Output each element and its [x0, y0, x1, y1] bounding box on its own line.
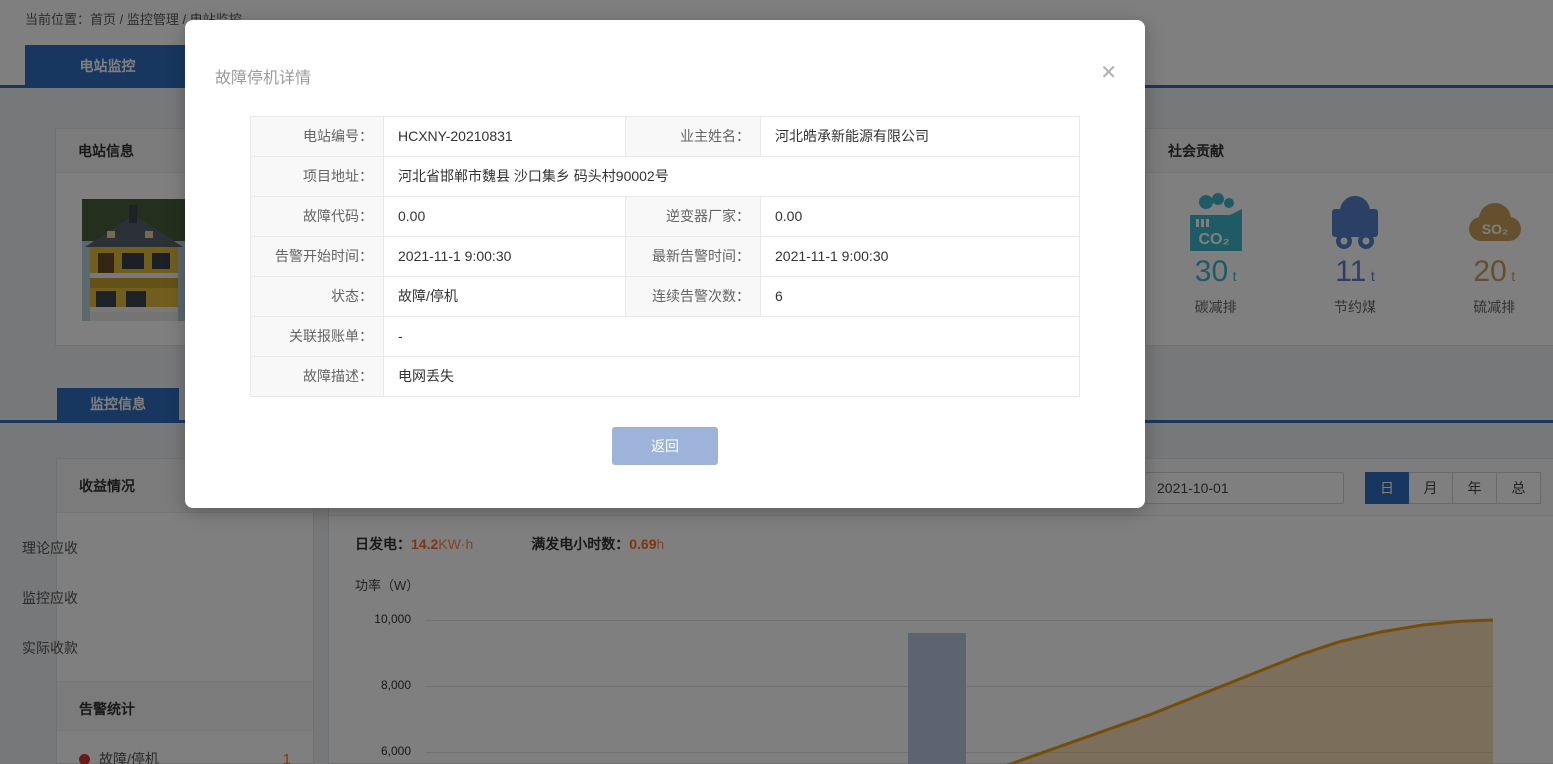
field-label-fault-code: 故障代码： — [251, 197, 384, 237]
field-label-fault-desc: 故障描述： — [251, 357, 384, 397]
back-button[interactable]: 返回 — [612, 427, 718, 465]
field-value-fault-code: 0.00 — [384, 197, 626, 237]
app-root: 当前位置：首页 / 监控管理 / 电站监控 电站监控 电站信息 — [0, 0, 1553, 764]
field-label-station-id: 电站编号： — [251, 117, 384, 157]
field-value-alarm-count: 6 — [761, 277, 1080, 317]
close-icon[interactable]: ✕ — [1100, 60, 1117, 85]
field-value-project-address: 河北省邯郸市魏县 沙口集乡 码头村90002号 — [384, 157, 1080, 197]
field-label-owner-name: 业主姓名： — [626, 117, 761, 157]
field-value-alarm-latest: 2021-11-1 9:00:30 — [761, 237, 1080, 277]
field-label-related-bill: 关联报账单： — [251, 317, 384, 357]
fault-detail-modal: 故障停机详情 ✕ 电站编号： HCXNY-20210831 业主姓名： 河北皓承… — [185, 20, 1145, 508]
field-label-inverter-maker: 逆变器厂家： — [626, 197, 761, 237]
field-label-project-address: 项目地址： — [251, 157, 384, 197]
modal-title: 故障停机详情 — [215, 64, 311, 88]
field-value-related-bill: - — [384, 317, 1080, 357]
field-value-owner-name: 河北皓承新能源有限公司 — [761, 117, 1080, 157]
field-value-inverter-maker: 0.00 — [761, 197, 1080, 237]
field-label-alarm-start: 告警开始时间： — [251, 237, 384, 277]
field-value-status: 故障/停机 — [384, 277, 626, 317]
field-value-alarm-start: 2021-11-1 9:00:30 — [384, 237, 626, 277]
field-value-station-id: HCXNY-20210831 — [384, 117, 626, 157]
fault-detail-table: 电站编号： HCXNY-20210831 业主姓名： 河北皓承新能源有限公司 项… — [250, 116, 1080, 397]
field-value-fault-desc: 电网丢失 — [384, 357, 1080, 397]
field-label-alarm-count: 连续告警次数： — [626, 277, 761, 317]
field-label-alarm-latest: 最新告警时间： — [626, 237, 761, 277]
field-label-status: 状态： — [251, 277, 384, 317]
